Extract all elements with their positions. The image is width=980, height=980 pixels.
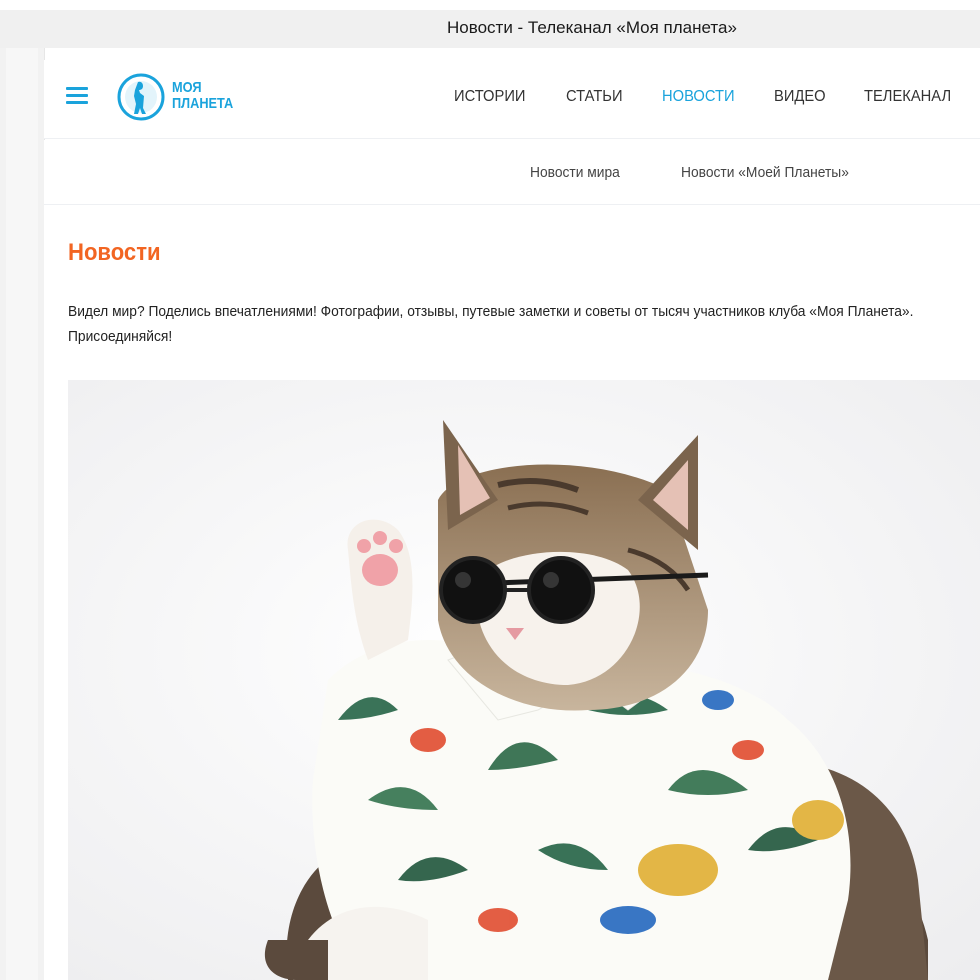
nav-item-articles[interactable]: СТАТЬИ [566,88,623,106]
page-title: Новости [68,239,161,266]
nav-item-video[interactable]: ВИДЕО [774,88,826,106]
main-content: Новости Видел мир? Поделись впечатлениям… [44,205,980,980]
left-sidebar-frame [0,48,45,980]
nav-item-tv[interactable]: ТЕЛЕКАНАЛ [864,88,951,106]
subnav-item-planet-news[interactable]: Новости «Моей Планеты» [681,164,849,181]
sub-navigation: Новости мира Новости «Моей Планеты» [44,140,980,205]
nav-item-stories[interactable]: ИСТОРИИ [454,88,525,106]
main-nav: ИСТОРИИ СТАТЬИ НОВОСТИ ВИДЕО ТЕЛЕКАНАЛ [44,88,980,112]
window-title: Новости - Телеканал «Моя планета» [447,18,737,37]
nav-item-news[interactable]: НОВОСТИ [662,88,735,106]
cat-in-sunglasses-photo-icon [68,380,980,980]
site-header: МОЯ ПЛАНЕТА ИСТОРИИ СТАТЬИ НОВОСТИ ВИДЕО… [44,60,980,139]
window-titlebar: Новости - Телеканал «Моя планета» [0,10,980,48]
subnav-item-world-news[interactable]: Новости мира [530,164,620,181]
window-top-strip [0,0,980,10]
hero-image[interactable] [68,380,980,980]
intro-text: Видел мир? Поделись впечатлениями! Фотог… [68,303,914,345]
